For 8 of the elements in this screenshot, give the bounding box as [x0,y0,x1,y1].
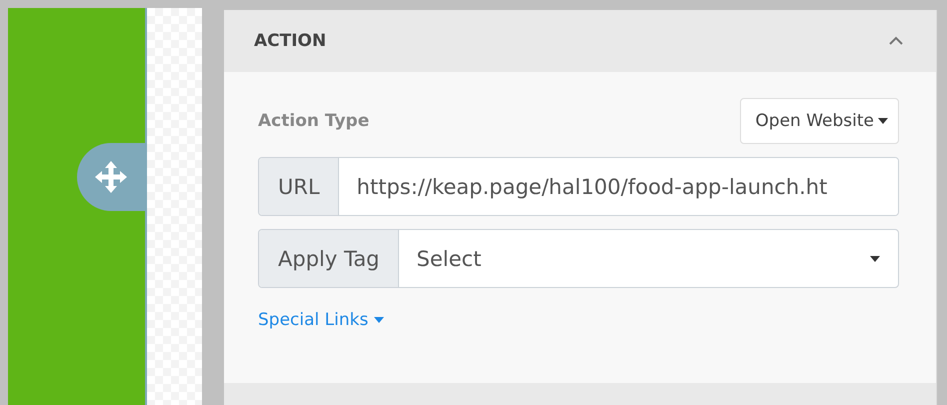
move-handle[interactable] [77,142,145,210]
action-type-dropdown[interactable]: Open Website [740,98,899,144]
move-icon [94,160,128,194]
caret-icon [878,118,888,124]
caret-icon [374,317,384,324]
field-label: Action Type [258,111,370,131]
section-header[interactable]: ACTION [224,10,936,72]
section-title: ACTION [254,31,326,51]
